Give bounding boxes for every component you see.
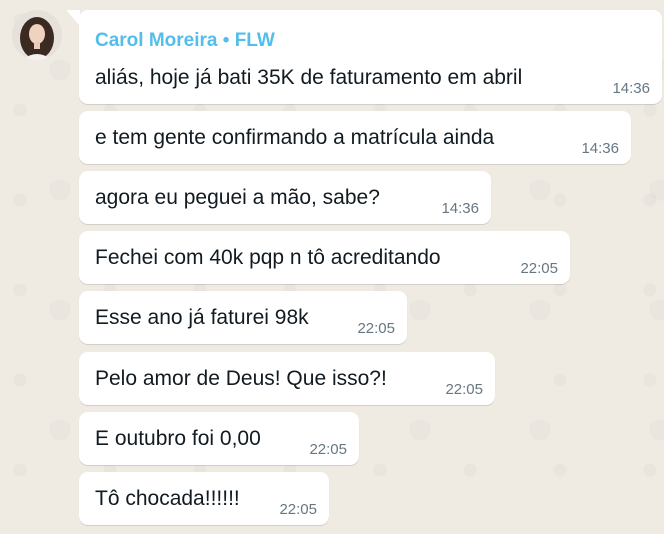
message-text: agora eu peguei a mão, sabe? — [95, 186, 380, 209]
message-bubble[interactable]: Tô chocada!!!!!! 22:05 — [79, 472, 329, 525]
message-bubble[interactable]: Fechei com 40k pqp n tô acreditando 22:0… — [79, 231, 570, 284]
message-time: 14:36 — [441, 200, 479, 217]
message-text: E outubro foi 0,00 — [95, 427, 261, 450]
message-bubble[interactable]: e tem gente confirmando a matrícula aind… — [79, 111, 631, 164]
message-text: Pelo amor de Deus! Que isso?! — [95, 367, 387, 390]
message-bubble[interactable]: Carol Moreira • FLW aliás, hoje já bati … — [79, 10, 662, 104]
contact-avatar[interactable] — [12, 10, 62, 60]
message-text: e tem gente confirmando a matrícula aind… — [95, 126, 495, 149]
message-bubble[interactable]: E outubro foi 0,00 22:05 — [79, 412, 359, 465]
message-bubble[interactable]: Esse ano já faturei 98k 22:05 — [79, 291, 407, 344]
message-time: 14:36 — [581, 140, 619, 157]
message-text: Tô chocada!!!!!! — [95, 487, 240, 510]
message-time: 14:36 — [612, 80, 650, 97]
message-time: 22:05 — [445, 381, 483, 398]
bubble-tail — [66, 10, 80, 26]
message-time: 22:05 — [357, 320, 395, 337]
message-text: Fechei com 40k pqp n tô acreditando — [95, 246, 441, 269]
sender-name[interactable]: Carol Moreira • FLW — [95, 30, 275, 52]
message-text: Esse ano já faturei 98k — [95, 306, 309, 329]
message-bubble[interactable]: agora eu peguei a mão, sabe? 14:36 — [79, 171, 491, 224]
message-bubble[interactable]: Pelo amor de Deus! Que isso?! 22:05 — [79, 352, 495, 405]
message-time: 22:05 — [279, 501, 317, 518]
message-text: aliás, hoje já bati 35K de faturamento e… — [95, 66, 523, 89]
message-time: 22:05 — [309, 441, 347, 458]
message-time: 22:05 — [520, 260, 558, 277]
